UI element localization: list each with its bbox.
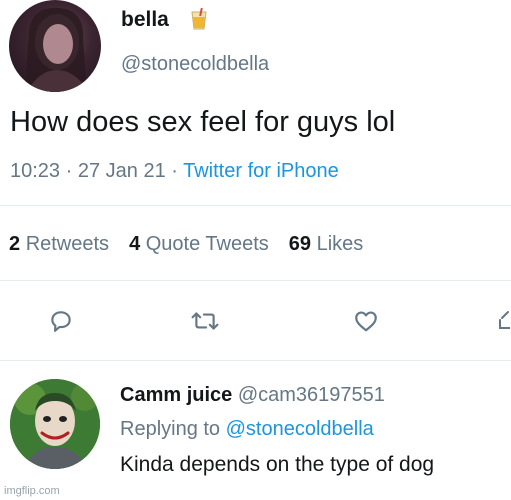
watermark: imgflip.com [4, 485, 60, 497]
divider [0, 360, 511, 361]
quote-tweets-label: Quote Tweets [145, 233, 269, 255]
reply-author-name[interactable]: Camm juice [120, 384, 232, 406]
share-icon [499, 311, 510, 329]
retweet-button[interactable] [190, 306, 220, 336]
tweet-screenshot: bella @stonecoldbella How does sex feel … [0, 0, 511, 500]
tweet-meta: 10:23 · 27 Jan 21 · Twitter for iPhone [10, 158, 339, 184]
author-handle[interactable]: @stonecoldbella [121, 52, 269, 76]
tweet-stats: 2 Retweets 4 Quote Tweets 69 Likes [9, 231, 363, 257]
retweet-icon [191, 312, 219, 330]
divider [0, 205, 511, 206]
like-icon [355, 311, 377, 332]
reply-author-handle[interactable]: @cam36197551 [238, 384, 385, 406]
author-name[interactable]: bella [121, 8, 169, 32]
tweet-date[interactable]: 27 Jan 21 [78, 160, 166, 182]
meta-separator: · [165, 160, 184, 182]
reply-text: Kinda depends on the type of dog [120, 453, 435, 476]
likes-count: 69 [288, 233, 312, 255]
replying-to-mention[interactable]: @stonecoldbella [226, 418, 374, 440]
reply-header: Camm juice @cam36197551 [120, 382, 385, 408]
tweet-text: How does sex feel for guys lol [10, 106, 396, 138]
divider [0, 280, 511, 281]
tweet-time[interactable]: 10:23 [10, 160, 60, 182]
reply-icon [51, 311, 71, 332]
likes-label: Likes [316, 233, 364, 255]
quote-tweets-stat[interactable]: 4 Quote Tweets [129, 233, 269, 255]
like-button[interactable] [351, 306, 381, 336]
share-button[interactable] [496, 306, 511, 336]
retweets-label: Retweets [25, 233, 110, 255]
meta-separator: · [60, 160, 78, 182]
author-avatar-image [25, 7, 89, 92]
reply-button[interactable] [46, 306, 76, 336]
likes-stat[interactable]: 69 Likes [289, 233, 364, 255]
reply-author-avatar-image [10, 379, 100, 469]
juice-glass-icon [190, 7, 208, 35]
reply-author-avatar[interactable] [10, 379, 100, 469]
quote-tweets-count: 4 [129, 233, 141, 255]
tweet-source-link[interactable]: Twitter for iPhone [183, 160, 339, 182]
retweets-stat[interactable]: 2 Retweets [9, 233, 109, 255]
replying-to-label: Replying to [120, 418, 226, 440]
author-avatar[interactable] [9, 0, 101, 92]
retweets-count: 2 [9, 233, 21, 255]
replying-to-line: Replying to @stonecoldbella [120, 416, 374, 442]
